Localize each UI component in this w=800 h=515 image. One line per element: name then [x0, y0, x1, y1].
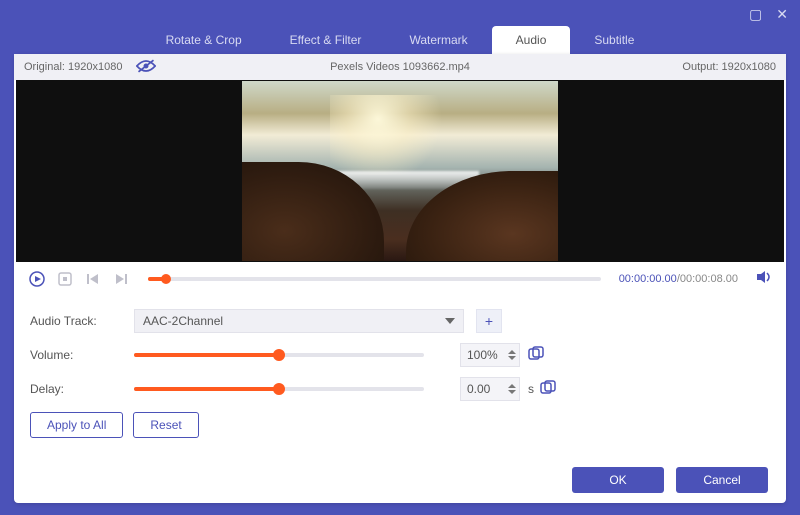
delay-slider[interactable]	[134, 387, 424, 391]
prev-frame-button[interactable]	[84, 270, 102, 288]
time-display: 00:00:00.00/00:00:08.00	[619, 273, 738, 285]
tab-audio[interactable]: Audio	[492, 26, 571, 54]
seek-slider[interactable]	[148, 277, 601, 281]
delay-step-up[interactable]	[508, 384, 516, 388]
maximize-button[interactable]: ▢	[749, 6, 762, 23]
video-frame	[242, 81, 558, 261]
audio-track-select[interactable]: AAC-2Channel	[134, 309, 464, 333]
tab-rotate-crop[interactable]: Rotate & Crop	[142, 26, 266, 54]
tab-effect-filter[interactable]: Effect & Filter	[266, 26, 386, 54]
titlebar: ▢ ✕	[0, 0, 800, 28]
footer: OK Cancel	[14, 457, 786, 503]
volume-slider[interactable]	[134, 353, 424, 357]
volume-value-box[interactable]: 100%	[460, 343, 520, 367]
next-frame-button[interactable]	[112, 270, 130, 288]
delay-unit: s	[528, 382, 534, 396]
tab-subtitle[interactable]: Subtitle	[570, 26, 658, 54]
ok-button[interactable]: OK	[572, 467, 664, 493]
audio-track-value: AAC-2Channel	[143, 314, 223, 328]
close-button[interactable]: ✕	[776, 6, 788, 23]
delay-label: Delay:	[30, 382, 134, 396]
transport-bar: 00:00:00.00/00:00:08.00	[14, 262, 786, 296]
editor-tabs: Rotate & Crop Effect & Filter Watermark …	[0, 28, 800, 54]
volume-step-down[interactable]	[508, 356, 516, 360]
volume-link-icon[interactable]	[528, 346, 544, 365]
chevron-down-icon	[445, 318, 455, 324]
cancel-button[interactable]: Cancel	[676, 467, 768, 493]
preview-visibility-icon[interactable]	[136, 59, 156, 76]
stop-button[interactable]	[56, 270, 74, 288]
reset-button[interactable]: Reset	[133, 412, 198, 438]
delay-value: 0.00	[467, 382, 490, 396]
audio-track-label: Audio Track:	[30, 314, 134, 328]
volume-step-up[interactable]	[508, 350, 516, 354]
video-preview	[16, 80, 784, 262]
delay-value-box[interactable]: 0.00	[460, 377, 520, 401]
delay-link-icon[interactable]	[540, 380, 556, 399]
original-resolution: Original: 1920x1080	[24, 61, 122, 73]
info-bar: Original: 1920x1080 Pexels Videos 109366…	[14, 54, 786, 80]
delay-step-down[interactable]	[508, 390, 516, 394]
output-resolution: Output: 1920x1080	[682, 61, 776, 73]
play-button[interactable]	[28, 270, 46, 288]
main-panel: Original: 1920x1080 Pexels Videos 109366…	[14, 54, 786, 503]
volume-label: Volume:	[30, 348, 134, 362]
audio-form: Audio Track: AAC-2Channel + Volume: 100%…	[14, 296, 786, 406]
tab-watermark[interactable]: Watermark	[385, 26, 491, 54]
volume-icon[interactable]	[756, 269, 772, 290]
apply-to-all-button[interactable]: Apply to All	[30, 412, 123, 438]
volume-value: 100%	[467, 348, 498, 362]
add-audio-track-button[interactable]: +	[476, 309, 502, 333]
